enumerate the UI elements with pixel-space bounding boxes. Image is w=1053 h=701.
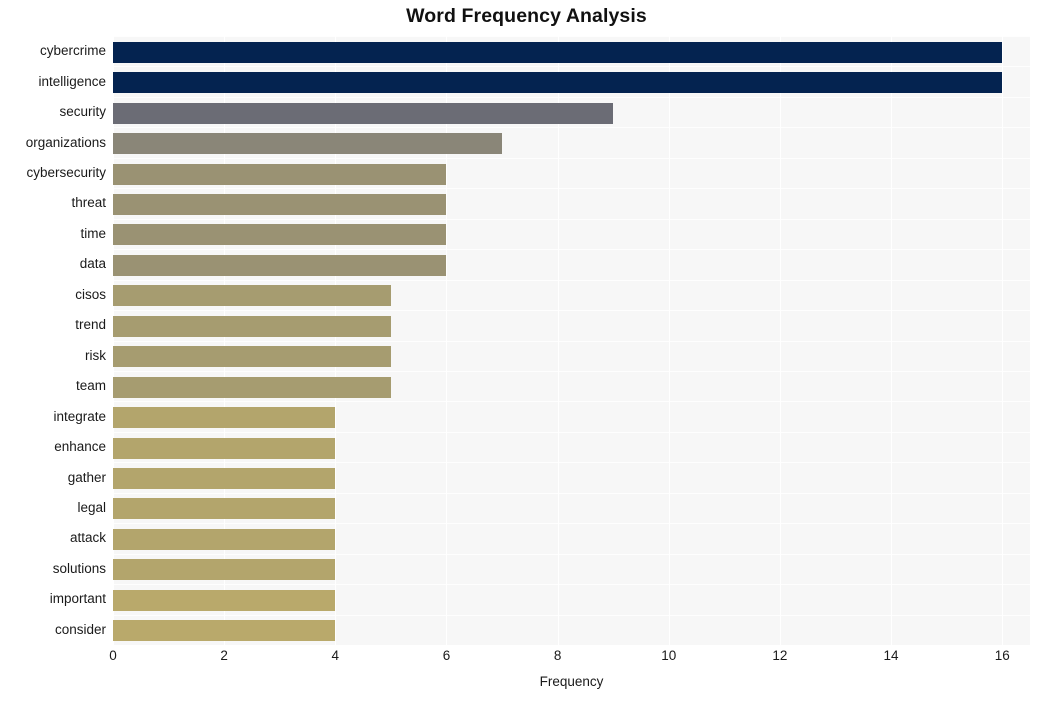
- y-axis-tick-label: trend: [75, 317, 106, 333]
- y-axis-tick-label: team: [75, 378, 106, 394]
- bar[interactable]: [113, 559, 336, 581]
- bar[interactable]: [113, 315, 391, 337]
- chart-title: Word Frequency Analysis: [406, 5, 647, 27]
- y-axis-tick-label: data: [79, 256, 106, 272]
- gridline-horizontal: [113, 645, 1030, 646]
- bar[interactable]: [113, 589, 336, 611]
- x-axis-title: Frequency: [539, 674, 604, 689]
- y-axis-tick-label: security: [59, 104, 106, 120]
- y-axis-tick-label: cybersecurity: [26, 165, 106, 181]
- x-axis-tick-label: 14: [883, 648, 899, 663]
- y-axis-tick-label: time: [80, 225, 106, 241]
- y-axis-tick-label: important: [49, 591, 106, 607]
- y-axis-tick-label: legal: [77, 499, 106, 515]
- y-axis-tick-label: risk: [85, 347, 106, 363]
- y-axis-tick-label: cisos: [75, 286, 106, 302]
- y-axis-tick-label: attack: [69, 530, 106, 546]
- bar[interactable]: [113, 346, 391, 368]
- y-axis-tick-label: gather: [67, 469, 106, 485]
- x-axis-tick-label: 2: [220, 648, 228, 663]
- bar[interactable]: [113, 498, 336, 520]
- y-axis-labels: cybercrime intelligence security organizati…: [0, 36, 106, 645]
- bar[interactable]: [113, 41, 1003, 63]
- bar[interactable]: [113, 407, 336, 429]
- y-axis-tick-label: cybercrime: [39, 43, 106, 59]
- x-axis-tick-label: 6: [442, 648, 451, 663]
- bar[interactable]: [113, 254, 447, 276]
- bar[interactable]: [113, 376, 391, 398]
- y-axis-tick-label: enhance: [54, 439, 106, 455]
- bar[interactable]: [113, 193, 447, 215]
- bar[interactable]: [113, 72, 1003, 94]
- y-axis-tick-label: organizations: [25, 134, 106, 150]
- plot-area: [113, 36, 1030, 646]
- x-axis-tick-label: 16: [994, 648, 1010, 663]
- y-axis-tick-label: intelligence: [38, 73, 106, 89]
- x-axis-tick-label: 12: [772, 648, 788, 663]
- bar[interactable]: [113, 102, 614, 124]
- y-axis-tick-label: threat: [71, 195, 106, 211]
- x-axis-tick-label: 10: [661, 648, 677, 663]
- x-axis-tick-label: 8: [553, 648, 562, 663]
- y-axis-tick-label: solutions: [52, 560, 106, 576]
- bar[interactable]: [113, 133, 503, 155]
- bar[interactable]: [113, 468, 336, 490]
- y-axis-tick-label: integrate: [53, 408, 106, 424]
- bar[interactable]: [113, 163, 447, 185]
- bar[interactable]: [113, 528, 336, 550]
- bar[interactable]: [113, 285, 391, 307]
- x-axis-tick-label: 4: [331, 648, 340, 663]
- word-frequency-chart: Word Frequency Analysis cybercrime intell…: [0, 0, 1053, 701]
- x-axis-tick-label: 0: [109, 648, 117, 663]
- bar[interactable]: [113, 620, 336, 642]
- bar[interactable]: [113, 224, 447, 246]
- bar[interactable]: [113, 437, 336, 459]
- bars-layer: [113, 36, 1030, 645]
- y-axis-tick-label: consider: [54, 621, 106, 637]
